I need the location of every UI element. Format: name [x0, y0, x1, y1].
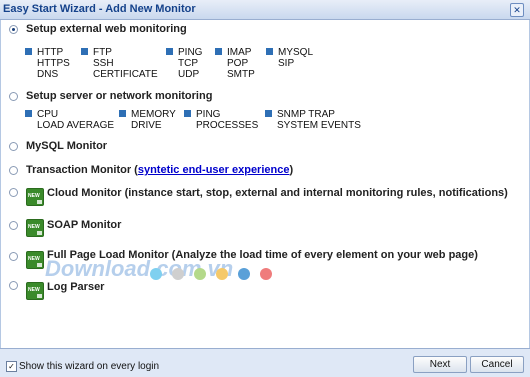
service-group-http: HTTP HTTPS DNS — [37, 47, 70, 80]
wizard-content: Setup external web monitoring HTTP HTTPS… — [0, 20, 530, 349]
watermark-dot — [238, 268, 250, 280]
service-item: TCP — [178, 58, 198, 69]
synthetic-experience-link[interactable]: syntetic end-user experience — [138, 164, 290, 176]
service-item: SNMP TRAP — [277, 109, 335, 120]
title-bar: Easy Start Wizard - Add New Monitor ✕ — [0, 0, 530, 20]
new-badge-text: NEW — [28, 287, 40, 293]
radio-cloud-monitor[interactable] — [9, 188, 18, 197]
option-logparser-label[interactable]: Log Parser — [47, 281, 104, 293]
new-badge-text: NEW — [28, 256, 40, 262]
new-badge-icon: NEW — [26, 282, 44, 300]
service-item: DNS — [37, 69, 59, 80]
service-bullet-icon — [25, 48, 32, 55]
option-soap-label[interactable]: SOAP Monitor — [47, 219, 121, 231]
show-wizard-checkbox[interactable]: ✓ — [6, 361, 17, 372]
option-server-label[interactable]: Setup server or network monitoring — [26, 90, 212, 102]
service-bullet-icon — [25, 110, 32, 117]
radio-log-parser[interactable] — [9, 281, 18, 290]
option-transaction-label[interactable]: Transaction Monitor (syntetic end-user e… — [26, 164, 293, 176]
watermark-dot — [150, 268, 162, 280]
service-bullet-icon — [265, 110, 272, 117]
watermark-dot — [260, 268, 272, 280]
watermark-dot — [194, 268, 206, 280]
service-item: MEMORY — [131, 109, 176, 120]
radio-external-monitoring[interactable] — [9, 25, 18, 34]
watermark-dot — [172, 268, 184, 280]
service-group-ping-server: PING PROCESSES — [196, 109, 258, 131]
service-group-cpu: CPU LOAD AVERAGE — [37, 109, 114, 131]
service-item: PROCESSES — [196, 120, 259, 131]
next-button[interactable]: Next — [413, 356, 467, 373]
radio-server-monitoring[interactable] — [9, 92, 18, 101]
radio-soap-monitor[interactable] — [9, 221, 18, 230]
new-badge-icon: NEW — [26, 219, 44, 237]
service-item: PING — [196, 109, 221, 120]
watermark-dot — [216, 268, 228, 280]
service-item: PING — [178, 47, 203, 58]
service-item: HTTP — [37, 47, 64, 58]
service-bullet-icon — [266, 48, 273, 55]
service-bullet-icon — [81, 48, 88, 55]
service-item: LOAD AVERAGE — [37, 120, 115, 131]
service-item: MYSQL — [278, 47, 314, 58]
service-item: HTTPS — [37, 58, 70, 69]
option-cloud-label[interactable]: Cloud Monitor (instance start, stop, ext… — [47, 187, 508, 199]
window-title: Easy Start Wizard - Add New Monitor — [3, 3, 196, 15]
service-item: CPU — [37, 109, 59, 120]
service-group-memory: MEMORY DRIVE — [131, 109, 176, 131]
service-item: SMTP — [227, 69, 255, 80]
close-icon[interactable]: ✕ — [510, 3, 524, 17]
option-external-label[interactable]: Setup external web monitoring — [26, 23, 187, 35]
cancel-button[interactable]: Cancel — [470, 356, 524, 373]
new-badge-icon: NEW — [26, 251, 44, 269]
service-item: UDP — [178, 69, 200, 80]
service-item: POP — [227, 58, 249, 69]
service-item: SIP — [278, 58, 295, 69]
service-group-mysql: MYSQL SIP — [278, 47, 313, 69]
radio-mysql-monitor[interactable] — [9, 142, 18, 151]
transaction-label-text: Transaction Monitor ( — [26, 164, 138, 176]
footer-bar: ✓ Show this wizard on every login Next C… — [0, 348, 530, 377]
service-item: IMAP — [227, 47, 252, 58]
option-fullpage-label[interactable]: Full Page Load Monitor (Analyze the load… — [47, 249, 478, 261]
service-item: DRIVE — [131, 120, 162, 131]
service-item: CERTIFICATE — [93, 69, 158, 80]
service-group-snmp: SNMP TRAP SYSTEM EVENTS — [277, 109, 361, 131]
service-group-imap: IMAP POP SMTP — [227, 47, 255, 80]
service-group-ping: PING TCP UDP — [178, 47, 202, 80]
service-bullet-icon — [184, 110, 191, 117]
service-bullet-icon — [215, 48, 222, 55]
service-bullet-icon — [119, 110, 126, 117]
radio-fullpage-monitor[interactable] — [9, 252, 18, 261]
transaction-label-close: ) — [289, 164, 294, 176]
new-badge-icon: NEW — [26, 188, 44, 206]
service-bullet-icon — [166, 48, 173, 55]
service-item: SYSTEM EVENTS — [277, 120, 361, 131]
option-mysql-label[interactable]: MySQL Monitor — [26, 140, 107, 152]
radio-transaction-monitor[interactable] — [9, 166, 18, 175]
service-group-ftp: FTP SSH CERTIFICATE — [93, 47, 158, 80]
show-wizard-label[interactable]: Show this wizard on every login — [19, 361, 159, 372]
new-badge-text: NEW — [28, 224, 40, 230]
service-item: SSH — [93, 58, 114, 69]
service-item: FTP — [93, 47, 112, 58]
new-badge-text: NEW — [28, 193, 40, 199]
